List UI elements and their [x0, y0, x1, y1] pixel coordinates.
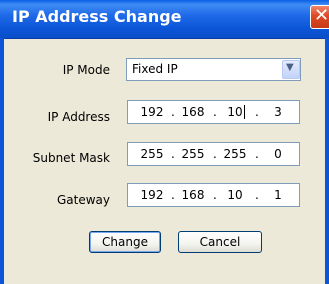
ip-address-change-dialog: IP Address Change ✕ IP Mode Fixed IP ▼ I… [0, 0, 329, 284]
ip-address-separator: . [171, 105, 175, 119]
ip-address-octet-3[interactable]: 10 [220, 105, 250, 119]
ip-address-octet-1[interactable]: 192 [137, 105, 167, 119]
ip-address-octet-2[interactable]: 168 [178, 105, 208, 119]
gateway-separator: . [171, 188, 175, 202]
gateway-octet-3[interactable]: 10 [220, 188, 250, 202]
subnet-mask-field[interactable]: 255 . 255 . 255 . 0 [127, 142, 300, 166]
ip-address-field[interactable]: 192 . 168 . 10 . 3 [127, 100, 300, 124]
window-title: IP Address Change [12, 7, 182, 26]
ip-mode-value: Fixed IP [132, 62, 178, 76]
subnet-mask-separator: . [255, 147, 259, 161]
subnet-mask-octet-1[interactable]: 255 [137, 147, 167, 161]
ip-address-octet-4[interactable]: 3 [263, 105, 293, 119]
subnet-mask-separator: . [171, 147, 175, 161]
ip-mode-select[interactable]: Fixed IP ▼ [126, 58, 301, 81]
gateway-separator: . [213, 188, 217, 202]
gateway-octet-1[interactable]: 192 [137, 188, 167, 202]
close-button[interactable]: ✕ [310, 5, 329, 29]
ip-address-label: IP Address [47, 110, 110, 124]
gateway-octet-4[interactable]: 1 [263, 188, 293, 202]
change-button[interactable]: Change [89, 231, 161, 253]
gateway-field[interactable]: 192 . 168 . 10 . 1 [127, 183, 300, 207]
subnet-mask-separator: . [213, 147, 217, 161]
ip-mode-label: IP Mode [62, 63, 110, 77]
gateway-octet-2[interactable]: 168 [178, 188, 208, 202]
text-cursor [244, 105, 245, 119]
chevron-down-icon: ▼ [286, 62, 294, 73]
title-bar[interactable]: IP Address Change ✕ [0, 0, 329, 39]
subnet-mask-label: Subnet Mask [32, 151, 110, 165]
close-icon: ✕ [314, 5, 329, 26]
subnet-mask-octet-3[interactable]: 255 [220, 147, 250, 161]
subnet-mask-octet-2[interactable]: 255 [178, 147, 208, 161]
ip-mode-dropdown-button[interactable]: ▼ [282, 60, 300, 79]
window-border-right [325, 38, 329, 284]
ip-address-separator: . [255, 105, 259, 119]
cancel-button[interactable]: Cancel [178, 231, 262, 253]
subnet-mask-octet-4[interactable]: 0 [263, 147, 293, 161]
gateway-separator: . [255, 188, 259, 202]
gateway-label: Gateway [56, 193, 110, 207]
ip-address-separator: . [213, 105, 217, 119]
